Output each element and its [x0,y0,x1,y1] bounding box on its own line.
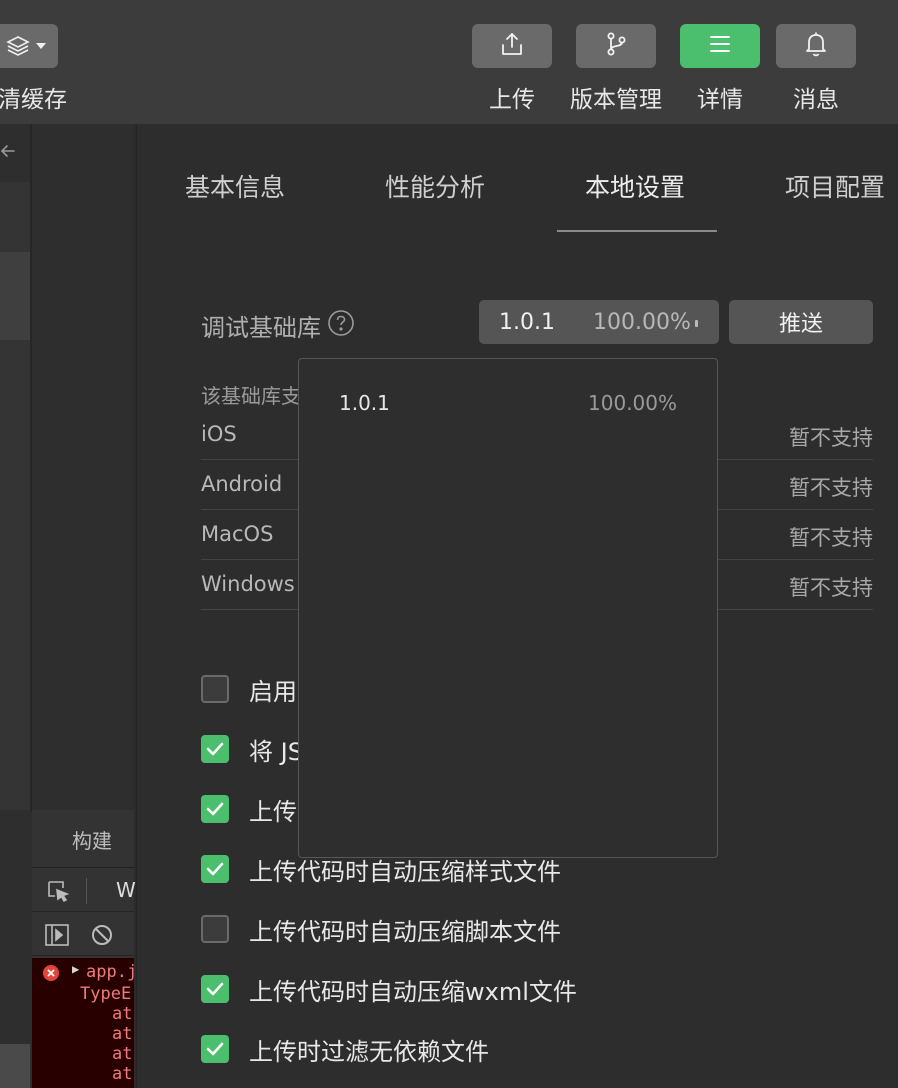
expand-triangle-icon[interactable]: ▶ [72,962,79,976]
os-name: Android [201,472,283,496]
console-toolbar [32,914,134,956]
option-row[interactable]: 上传代码时自动压缩wxml文件 [201,972,577,1006]
checkbox-checked[interactable] [201,795,229,823]
version-dropdown-menu: 1.0.1 100.00% [298,358,718,858]
option-row[interactable]: 将 JS [201,732,303,766]
active-tab-indicator [557,230,717,232]
layers-dropdown-button[interactable] [0,24,58,68]
option-row[interactable]: 上传 [201,792,297,826]
upload-label: 上传 [489,87,535,113]
checkmark-icon [206,982,224,996]
file-tree-selected-row[interactable] [0,252,30,340]
dropdown-option[interactable]: 1.0.1 100.00% [299,359,717,447]
upload-icon [498,30,526,62]
messages-label: 消息 [793,87,839,113]
os-status: 暂不支持 [789,426,873,450]
checkbox-checked[interactable] [201,975,229,1003]
checkbox-checked[interactable] [201,735,229,763]
support-note: 该基础库支 [201,384,301,408]
menu-icon [708,34,732,58]
devtools-tabbar: W [32,870,136,912]
debug-lib-version-select[interactable]: 1.0.1 100.00% [479,300,719,344]
error-icon [42,964,60,987]
console-line: at [112,1044,133,1064]
console-line: at [112,1064,133,1084]
option-row[interactable]: 启用 [201,672,297,706]
build-tab-label: 构建 [72,829,112,853]
clear-cache-label: 清缓存 [0,87,67,113]
selected-version: 1.0.1 [499,310,555,335]
chevron-down-icon [36,42,46,50]
devtools-tab-wxml[interactable]: W [116,878,136,902]
debug-lib-label: 调试基础库 [201,314,321,342]
details-button[interactable] [680,24,760,68]
console-line: at [112,1024,133,1044]
help-icon[interactable] [327,309,355,343]
option-label: 将 JS [249,737,303,766]
console-line: at [112,1004,133,1024]
details-label: 详情 [697,87,743,113]
os-status: 暂不支持 [789,526,873,550]
os-name: Windows [201,572,295,596]
option-label: 上传代码时自动压缩wxml文件 [249,977,577,1006]
version-management-label: 版本管理 [570,87,662,113]
checkbox-checked[interactable] [201,855,229,883]
tab-performance[interactable]: 性能分析 [385,168,485,204]
push-button[interactable]: 推送 [729,300,873,344]
option-row[interactable]: 上传代码时自动压缩脚本文件 [201,912,561,946]
panel-divider[interactable] [30,124,32,812]
checkmark-icon [206,802,224,816]
console-error-block: ▶ app.j TypeE at at at at [32,958,134,1088]
inspect-element-icon[interactable] [46,879,70,907]
debug-lib-setting: 调试基础库 [201,308,355,343]
tab-basic-info[interactable]: 基本信息 [185,168,285,204]
messages-button[interactable] [776,24,856,68]
os-status: 暂不支持 [789,576,873,600]
back-arrow-icon[interactable] [0,142,16,164]
tab-project-config[interactable]: 项目配置 [785,168,885,204]
select-caret-icon [695,320,698,327]
tab-build[interactable]: 构建 [32,812,134,868]
upload-button[interactable] [472,24,552,68]
option-label: 上传 [249,797,297,826]
option-row[interactable]: 上传时过滤无依赖文件 [201,1032,489,1066]
branch-icon [602,30,630,62]
version-management-button[interactable] [576,24,656,68]
layers-icon [6,34,30,58]
checkmark-icon [206,742,224,756]
bell-icon [803,30,829,62]
console-line: TypeE [80,984,132,1004]
option-label: 上传时过滤无依赖文件 [249,1037,489,1066]
dropdown-option-version: 1.0.1 [339,391,390,415]
dropdown-option-pct: 100.00% [588,391,677,415]
option-label: 启用 [249,677,297,706]
checkbox-unchecked[interactable] [201,915,229,943]
option-label: 上传代码时自动压缩脚本文件 [249,917,561,946]
os-status: 暂不支持 [789,476,873,500]
sidebar-toggle-icon[interactable] [44,923,70,951]
os-name: MacOS [201,522,274,546]
console-line[interactable]: app.j [86,962,134,982]
checkmark-icon [206,1042,224,1056]
left-bottom-stub [0,1044,30,1088]
top-toolbar: 清缓存 上传 版本管理 详情 消息 [0,0,898,124]
tabbar-separator [86,878,87,904]
selected-version-pct: 100.00% [593,310,691,335]
clear-console-icon[interactable] [90,923,114,951]
os-name: iOS [201,422,237,446]
checkmark-icon [206,862,224,876]
checkbox-checked[interactable] [201,1035,229,1063]
tab-local-settings[interactable]: 本地设置 [585,168,685,204]
checkbox-unchecked[interactable] [201,675,229,703]
file-tree-strip [0,182,30,810]
